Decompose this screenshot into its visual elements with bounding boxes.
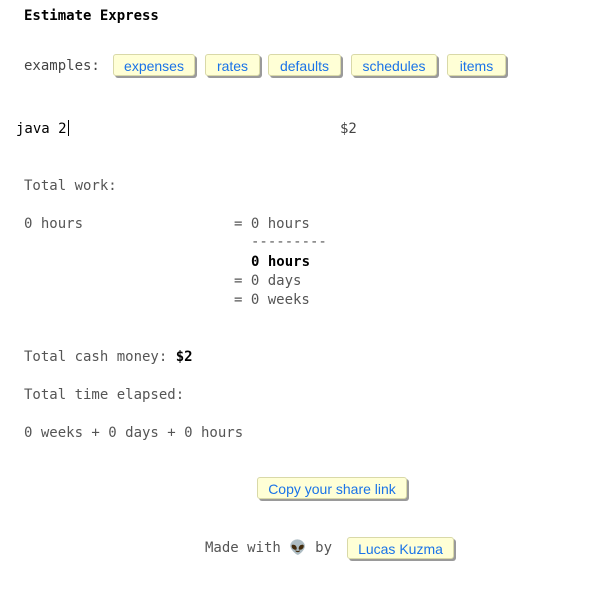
copy-share-link-button[interactable]: Copy your share link [257, 477, 407, 499]
estimate-editor[interactable]: java 2 [16, 120, 296, 138]
total-cash-label: Total cash money: [24, 349, 168, 365]
time-elapsed-value: 0 weeks + 0 days + 0 hours [24, 425, 244, 441]
examples-label: examples: [24, 58, 100, 74]
example-schedules-button[interactable]: schedules [351, 54, 437, 76]
total-days: = 0 days [234, 273, 302, 289]
footer-by: by [315, 540, 333, 556]
example-items-button[interactable]: items [447, 54, 506, 76]
time-elapsed-label: Total time elapsed: [24, 387, 185, 403]
total-weeks: = 0 weeks [234, 292, 310, 308]
total-hours: 0 hours [251, 254, 311, 270]
app-title: Estimate Express [24, 8, 159, 24]
work-item-hours: 0 hours [24, 216, 84, 232]
author-link[interactable]: Lucas Kuzma [347, 537, 454, 559]
editor-line-text: java 2 [16, 121, 67, 137]
text-caret [67, 120, 69, 136]
example-expenses-button[interactable]: expenses [113, 54, 195, 76]
footer-credit: Made with 👽 by [205, 539, 332, 557]
footer-made-with: Made with [205, 540, 281, 556]
total-cash-value: $2 [175, 349, 193, 365]
alien-emoji-icon: 👽 [289, 540, 307, 556]
line-amount: $2 [340, 121, 357, 137]
total-cash-row: Total cash money: $2 [24, 348, 193, 366]
sum-divider: --------- [251, 234, 327, 250]
work-item-equals: = 0 hours [234, 216, 310, 232]
example-defaults-button[interactable]: defaults [268, 54, 341, 76]
example-rates-button[interactable]: rates [205, 54, 260, 76]
total-work-label: Total work: [24, 178, 117, 194]
